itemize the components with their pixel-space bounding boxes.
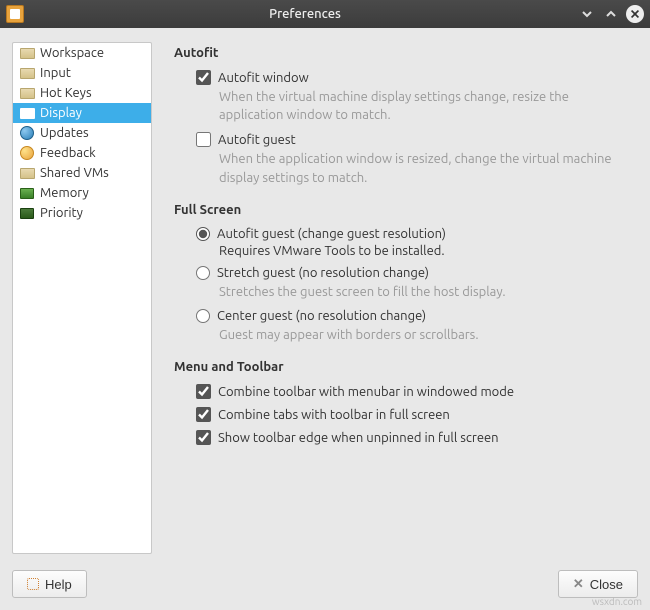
sidebar-item-input[interactable]: Input	[13, 63, 151, 83]
sidebar-item-label: Priority	[40, 206, 83, 220]
combine-tabs-row[interactable]: Combine tabs with toolbar in full screen	[196, 407, 630, 422]
section-title: Menu and Toolbar	[174, 360, 630, 374]
sidebar-item-label: Feedback	[40, 146, 96, 160]
fullscreen-autofit-radio[interactable]	[196, 227, 210, 241]
chevron-down-icon	[580, 7, 594, 21]
option-label: Combine tabs with toolbar in full screen	[218, 408, 450, 422]
help-icon	[27, 578, 39, 590]
section-title: Full Screen	[174, 203, 630, 217]
fullscreen-center-row[interactable]: Center guest (no resolution change)	[196, 309, 630, 323]
sidebar-item-label: Display	[40, 106, 82, 120]
folder-icon	[19, 166, 35, 180]
combine-toolbar-checkbox[interactable]	[196, 384, 211, 399]
fullscreen-autofit-option: Autofit guest (change guest resolution) …	[196, 227, 630, 258]
globe-icon	[19, 126, 35, 140]
option-label: Combine toolbar with menubar in windowed…	[218, 385, 514, 399]
tasks-icon	[19, 206, 35, 220]
sidebar-item-label: Hot Keys	[40, 86, 92, 100]
autofit-guest-option: Autofit guest When the application windo…	[196, 132, 630, 186]
show-edge-option: Show toolbar edge when unpinned in full …	[196, 430, 630, 445]
close-window-button[interactable]	[626, 5, 644, 23]
chevron-up-icon	[604, 7, 618, 21]
sidebar-item-label: Memory	[40, 186, 89, 200]
fullscreen-section: Full Screen Autofit guest (change guest …	[174, 203, 630, 344]
window-controls	[578, 5, 644, 23]
sidebar-item-label: Workspace	[40, 46, 104, 60]
show-edge-row[interactable]: Show toolbar edge when unpinned in full …	[196, 430, 630, 445]
category-sidebar: Workspace Input Hot Keys Display Updates…	[12, 42, 152, 554]
combine-toolbar-option: Combine toolbar with menubar in windowed…	[196, 384, 630, 399]
sidebar-item-label: Shared VMs	[40, 166, 109, 180]
option-description: Guest may appear with borders or scrollb…	[219, 326, 630, 344]
app-icon	[6, 5, 24, 23]
option-label: Autofit guest	[218, 133, 296, 147]
monitor-icon	[19, 106, 35, 120]
autofit-window-option: Autofit window When the virtual machine …	[196, 70, 630, 124]
fullscreen-center-option: Center guest (no resolution change) Gues…	[196, 309, 630, 344]
close-icon	[629, 8, 641, 20]
sidebar-item-label: Input	[40, 66, 71, 80]
option-label: Autofit guest (change guest resolution)	[217, 227, 446, 241]
preferences-window: Preferences Workspace Input	[0, 0, 650, 610]
sidebar-item-shared-vms[interactable]: Shared VMs	[13, 163, 151, 183]
maximize-button[interactable]	[602, 5, 620, 23]
window-title: Preferences	[32, 7, 578, 21]
option-label: Autofit window	[218, 71, 309, 85]
folder-icon	[19, 86, 35, 100]
autofit-guest-row[interactable]: Autofit guest	[196, 132, 630, 147]
combine-tabs-checkbox[interactable]	[196, 407, 211, 422]
option-description: When the application window is resized, …	[219, 150, 630, 186]
sidebar-item-hot-keys[interactable]: Hot Keys	[13, 83, 151, 103]
combine-tabs-option: Combine tabs with toolbar in full screen	[196, 407, 630, 422]
sidebar-item-display[interactable]: Display	[13, 103, 151, 123]
option-description: Stretches the guest screen to fill the h…	[219, 283, 630, 301]
watermark-text: wsxdn.com	[592, 596, 642, 607]
option-description: When the virtual machine display setting…	[219, 88, 630, 124]
settings-panel: Autofit Autofit window When the virtual …	[174, 42, 638, 554]
folder-icon	[19, 66, 35, 80]
sidebar-item-feedback[interactable]: Feedback	[13, 143, 151, 163]
combine-toolbar-row[interactable]: Combine toolbar with menubar in windowed…	[196, 384, 630, 399]
autofit-section: Autofit Autofit window When the virtual …	[174, 46, 630, 187]
fullscreen-stretch-radio[interactable]	[196, 266, 210, 280]
option-label: Stretch guest (no resolution change)	[217, 266, 429, 280]
content-area: Workspace Input Hot Keys Display Updates…	[0, 28, 650, 562]
sidebar-item-label: Updates	[40, 126, 89, 140]
autofit-window-checkbox[interactable]	[196, 70, 211, 85]
option-note: Requires VMware Tools to be installed.	[219, 244, 630, 258]
titlebar: Preferences	[0, 0, 650, 28]
minimize-button[interactable]	[578, 5, 596, 23]
sidebar-item-memory[interactable]: Memory	[13, 183, 151, 203]
face-icon	[19, 146, 35, 160]
chip-icon	[19, 186, 35, 200]
button-label: Close	[590, 577, 623, 592]
section-title: Autofit	[174, 46, 630, 60]
fullscreen-center-radio[interactable]	[196, 309, 210, 323]
autofit-guest-checkbox[interactable]	[196, 132, 211, 147]
sidebar-item-workspace[interactable]: Workspace	[13, 43, 151, 63]
fullscreen-stretch-row[interactable]: Stretch guest (no resolution change)	[196, 266, 630, 280]
menu-toolbar-section: Menu and Toolbar Combine toolbar with me…	[174, 360, 630, 445]
option-label: Show toolbar edge when unpinned in full …	[218, 431, 499, 445]
help-button[interactable]: Help	[12, 570, 87, 598]
fullscreen-stretch-option: Stretch guest (no resolution change) Str…	[196, 266, 630, 301]
close-button[interactable]: ✕ Close	[558, 570, 638, 598]
show-edge-checkbox[interactable]	[196, 430, 211, 445]
folder-icon	[19, 46, 35, 60]
autofit-window-row[interactable]: Autofit window	[196, 70, 630, 85]
dialog-footer: Help ✕ Close	[0, 562, 650, 610]
option-label: Center guest (no resolution change)	[217, 309, 426, 323]
close-icon: ✕	[573, 576, 584, 592]
fullscreen-autofit-row[interactable]: Autofit guest (change guest resolution)	[196, 227, 630, 241]
button-label: Help	[45, 577, 72, 592]
sidebar-item-updates[interactable]: Updates	[13, 123, 151, 143]
sidebar-item-priority[interactable]: Priority	[13, 203, 151, 223]
